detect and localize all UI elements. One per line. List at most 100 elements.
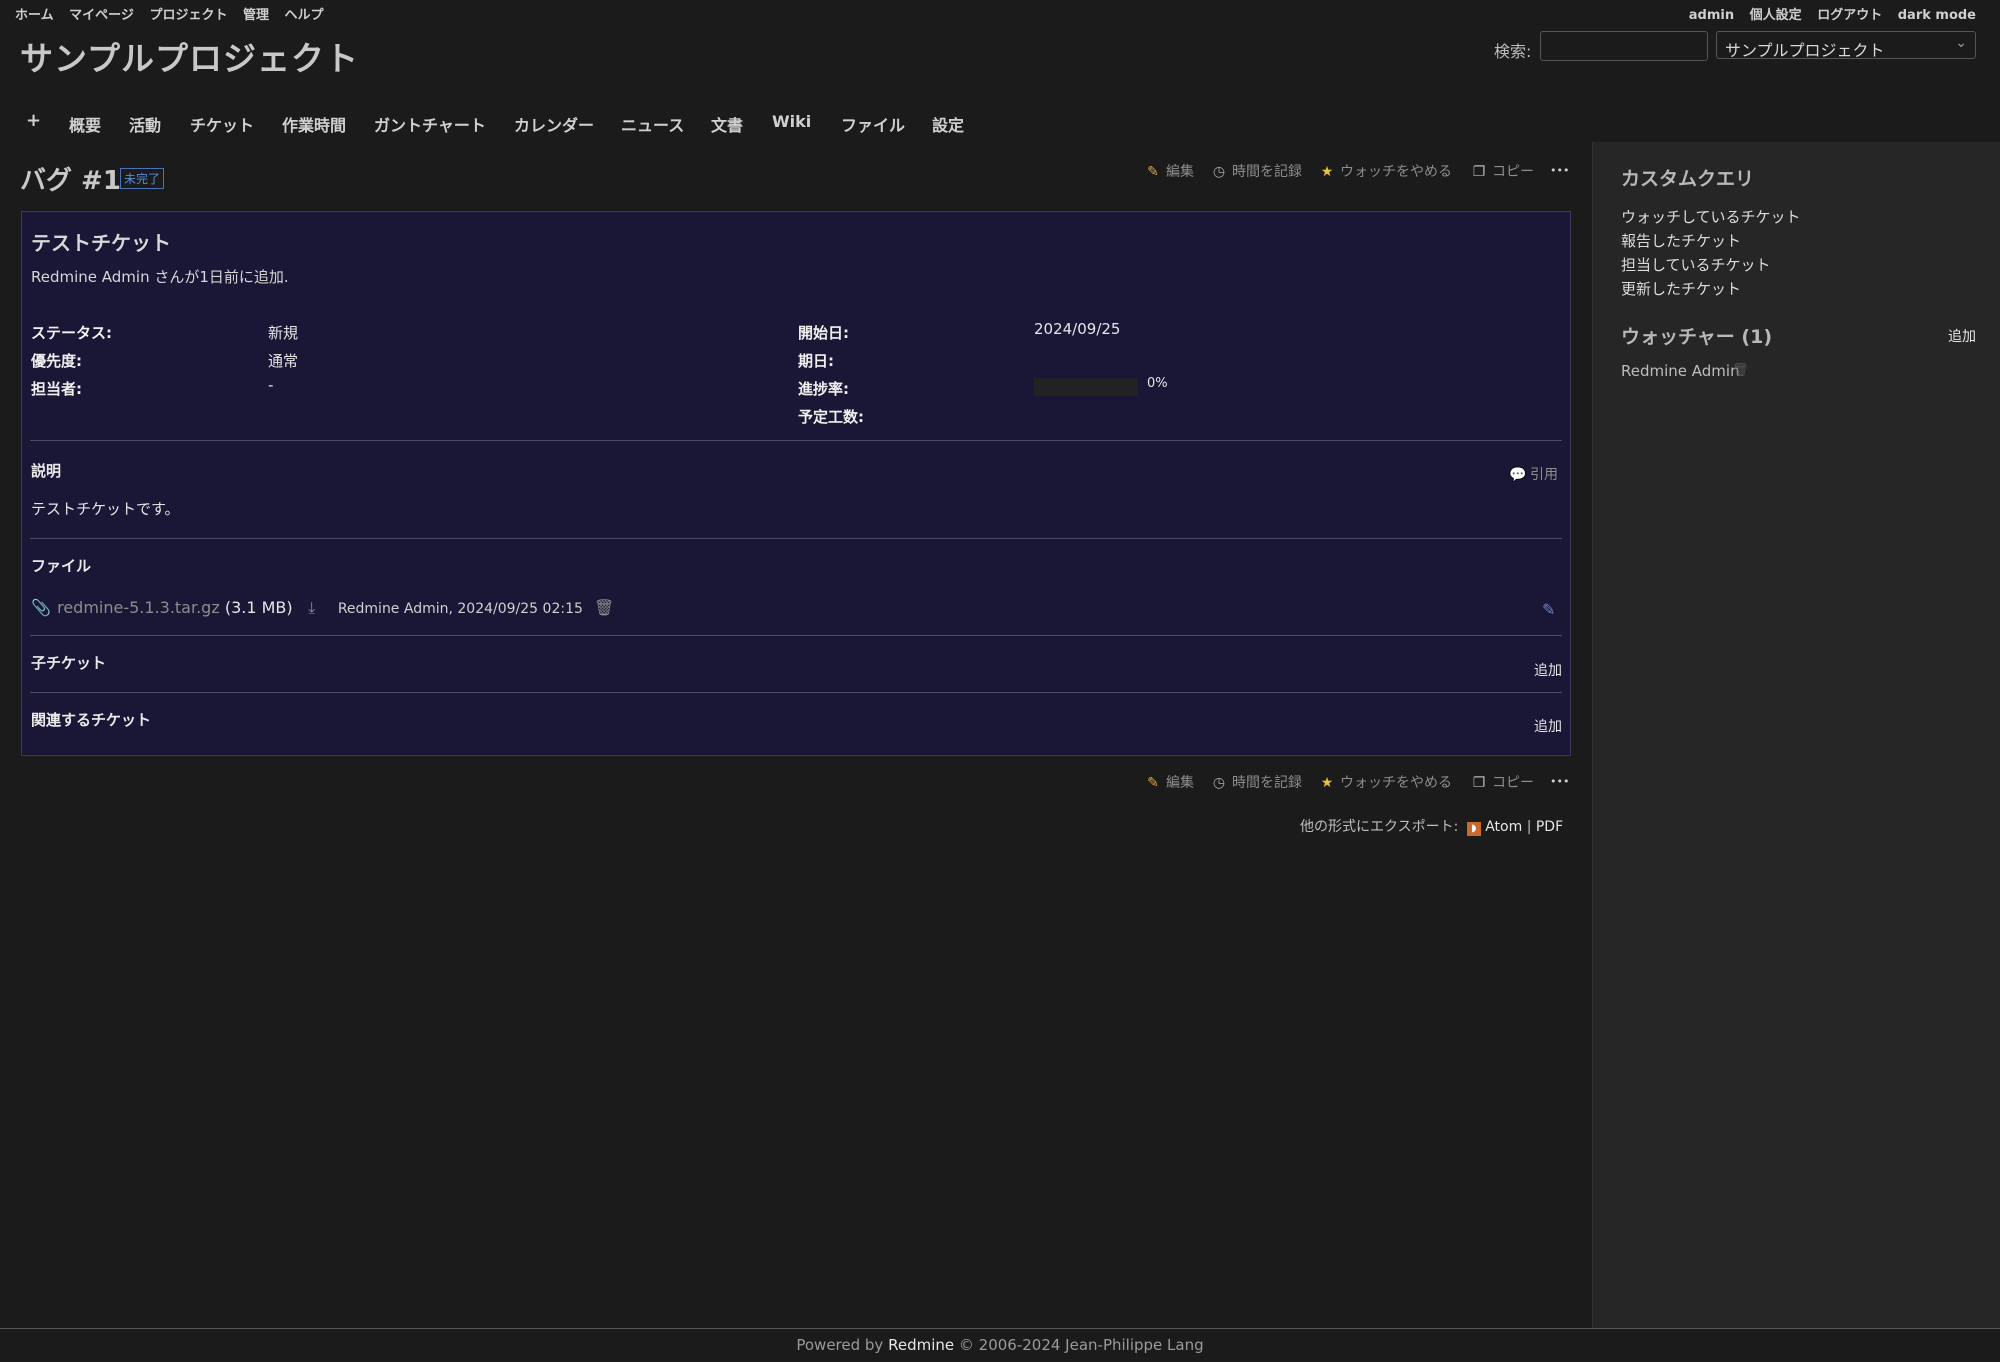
top-menu-left: ホーム マイページ プロジェクト 管理 ヘルプ (15, 4, 335, 23)
copy-label: コピー (1492, 164, 1534, 180)
atom-link[interactable]: Atom (1485, 819, 1522, 835)
status-value: 新規 (268, 324, 299, 342)
subtasks-heading: 子チケット (31, 654, 107, 672)
paperclip-icon: 📎 (31, 598, 51, 617)
watcher-name[interactable]: Redmine Admin (1621, 362, 1740, 380)
log-time-label: 時間を記録 (1232, 775, 1302, 791)
divider (30, 692, 1562, 693)
attachment-link[interactable]: redmine-5.1.3.tar.gz (57, 598, 220, 617)
search-input[interactable] (1540, 31, 1708, 61)
copy-icon: ❐ (1472, 775, 1486, 791)
add-watcher-link[interactable]: 追加 (1948, 326, 1976, 346)
add-subtask-link[interactable]: 追加 (1534, 660, 1562, 680)
divider (30, 440, 1562, 441)
top-link-mypage[interactable]: マイページ (69, 8, 134, 23)
top-link-help[interactable]: ヘルプ (285, 8, 324, 23)
tab-news[interactable]: ニュース (621, 112, 684, 136)
log-time-button[interactable]: ◷ 時間を記録 (1211, 161, 1302, 181)
divider (30, 538, 1562, 539)
assignee-label: 担当者: (31, 380, 82, 398)
progress-bar (1034, 378, 1138, 396)
copy-icon: ❐ (1472, 164, 1486, 180)
more-actions-button[interactable]: ••• (1550, 775, 1569, 788)
copy-button[interactable]: ❐ コピー (1471, 772, 1534, 792)
top-link-my-account[interactable]: 個人設定 (1750, 8, 1802, 23)
watchers-heading: ウォッチャー (1) (1621, 326, 1773, 348)
top-link-user[interactable]: admin (1689, 8, 1734, 23)
issue-author: Redmine Admin さんが1日前に追加. (31, 268, 289, 286)
tab-gantt[interactable]: ガントチャート (374, 112, 486, 136)
tab-settings[interactable]: 設定 (932, 112, 964, 136)
attachment-row: 📎 redmine-5.1.3.tar.gz (3.1 MB) ⤓ Redmin… (31, 598, 615, 618)
tab-new[interactable]: + (26, 110, 41, 131)
quote-button[interactable]: 💬 引用 (1509, 464, 1558, 484)
tab-activity[interactable]: 活動 (129, 112, 161, 136)
footer-redmine-link[interactable]: Redmine (888, 1336, 954, 1354)
star-icon: ★ (1320, 775, 1334, 791)
top-link-projects[interactable]: プロジェクト (149, 8, 227, 23)
tab-issues[interactable]: チケット (190, 112, 254, 136)
custom-queries-heading: カスタムクエリ (1621, 168, 1755, 190)
files-heading: ファイル (31, 557, 92, 575)
status-label: ステータス: (31, 324, 112, 342)
tab-calendar[interactable]: カレンダー (514, 112, 594, 136)
unwatch-label: ウォッチをやめる (1340, 164, 1452, 180)
clock-icon: ◷ (1212, 164, 1226, 180)
pdf-link[interactable]: PDF (1536, 819, 1563, 835)
log-time-button[interactable]: ◷ 時間を記録 (1211, 772, 1302, 792)
unwatch-button[interactable]: ★ ウォッチをやめる (1319, 161, 1452, 181)
progress-value: 0% (1147, 376, 1168, 391)
query-watched[interactable]: ウォッチしているチケット (1621, 206, 1801, 227)
edit-button[interactable]: ✎ 編集 (1145, 772, 1194, 792)
export-label: 他の形式にエクスポート: (1300, 819, 1459, 835)
tab-files[interactable]: ファイル (841, 112, 905, 136)
query-updated[interactable]: 更新したチケット (1621, 278, 1741, 299)
query-reported[interactable]: 報告したチケット (1621, 230, 1741, 251)
project-title[interactable]: サンプルプロジェクト (20, 32, 359, 80)
trash-icon[interactable]: 🗑 (594, 598, 614, 617)
unwatch-button[interactable]: ★ ウォッチをやめる (1319, 772, 1452, 792)
edit-attachments-icon[interactable]: ✎ (1542, 600, 1555, 619)
top-link-dark-mode[interactable]: dark mode (1898, 8, 1976, 23)
estimated-time-label: 予定工数: (798, 408, 864, 426)
clock-icon: ◷ (1212, 775, 1226, 791)
add-relation-link[interactable]: 追加 (1534, 716, 1562, 736)
query-assigned[interactable]: 担当しているチケット (1621, 254, 1771, 275)
tab-documents[interactable]: 文書 (711, 112, 743, 136)
issue-subject: テストチケット (31, 231, 171, 255)
start-date-value: 2024/09/25 (1034, 320, 1121, 338)
project-select[interactable]: サンプルプロジェクト ⌄ (1716, 31, 1976, 60)
download-icon[interactable]: ⤓ (304, 598, 320, 618)
assignee-value: - (268, 376, 274, 394)
top-link-logout[interactable]: ログアウト (1817, 8, 1882, 23)
priority-value: 通常 (268, 352, 299, 370)
log-time-label: 時間を記録 (1232, 164, 1302, 180)
chevron-down-icon: ⌄ (1955, 35, 1967, 51)
footer-copyright: © 2006-2024 Jean-Philippe Lang (958, 1336, 1204, 1354)
top-menu: ホーム マイページ プロジェクト 管理 ヘルプ admin 個人設定 ログアウト… (0, 0, 2000, 24)
trash-icon[interactable]: 🗑 (1732, 363, 1749, 378)
top-link-admin[interactable]: 管理 (243, 8, 269, 23)
search-label: 検索: (1494, 42, 1532, 61)
tab-wiki[interactable]: Wiki (772, 112, 811, 131)
start-date-label: 開始日: (798, 324, 849, 342)
attachment-meta: Redmine Admin, 2024/09/25 02:15 (337, 601, 583, 617)
divider (30, 635, 1562, 636)
copy-button[interactable]: ❐ コピー (1471, 161, 1534, 181)
tab-overview[interactable]: 概要 (69, 112, 101, 136)
more-actions-button[interactable]: ••• (1550, 164, 1569, 177)
export-links: 他の形式にエクスポート: ◗ Atom | PDF (1300, 816, 1563, 836)
quote-label: 引用 (1530, 467, 1558, 483)
top-link-home[interactable]: ホーム (15, 8, 54, 23)
sidebar: カスタムクエリ ウォッチしているチケット 報告したチケット 担当しているチケット… (1592, 142, 2000, 1328)
export-separator: | (1526, 819, 1532, 835)
issue-heading: バグ #1 (20, 166, 121, 196)
priority-label: 優先度: (31, 352, 82, 370)
tab-time-entries[interactable]: 作業時間 (282, 112, 346, 136)
project-select-value: サンプルプロジェクト (1725, 41, 1885, 60)
speech-bubble-icon: 💬 (1509, 467, 1527, 483)
top-menu-right: admin 個人設定 ログアウト dark mode (1678, 4, 1976, 23)
status-badge: 未完了 (120, 168, 165, 189)
copy-label: コピー (1492, 775, 1534, 791)
edit-button[interactable]: ✎ 編集 (1145, 161, 1194, 181)
